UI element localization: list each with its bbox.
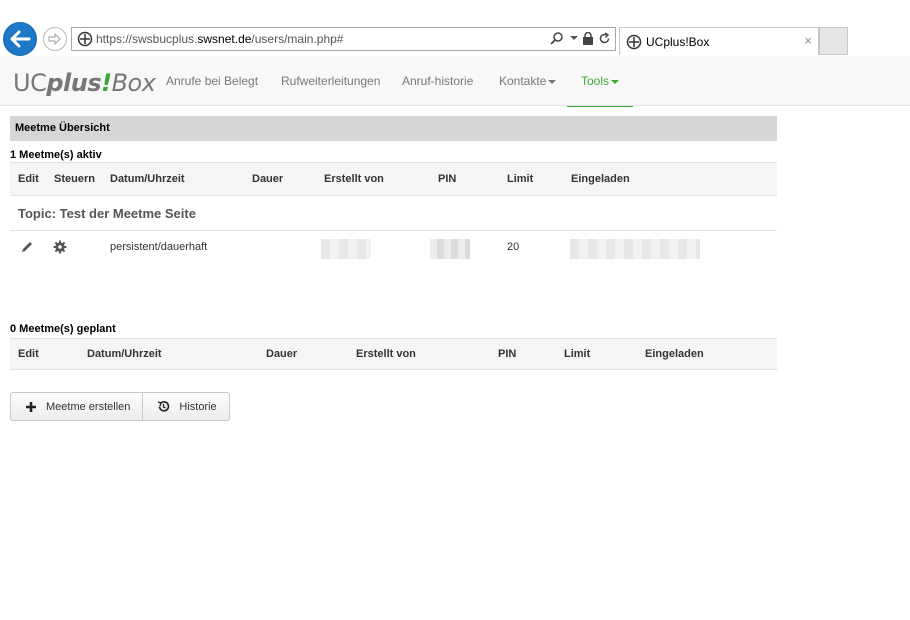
redacted-invitees (570, 239, 700, 259)
back-button[interactable] (3, 22, 37, 56)
column-header: Eingeladen (571, 173, 630, 185)
column-header: Limit (507, 173, 534, 185)
panel-title: Meetme Übersicht (10, 116, 777, 141)
nav-item-kontakte[interactable]: Kontakte (499, 56, 557, 106)
column-header: Limit (564, 348, 591, 360)
chevron-down-icon (611, 79, 619, 84)
plus-icon (26, 401, 36, 412)
app-navbar: UCplus!Box Anrufe bei Belegt Rufweiterle… (0, 56, 910, 107)
close-tab-button[interactable]: × (804, 33, 812, 48)
lock-icon (583, 31, 593, 45)
meetme-topic: Topic: Test der Meetme Seite (18, 206, 196, 221)
brand-logo[interactable]: UCplus!Box (13, 69, 156, 97)
column-header: Edit (18, 348, 39, 360)
browser-tab[interactable]: UCplus!Box × (619, 27, 819, 55)
browser-chrome: https://swsbucplus.swsnet.de/users/main.… (0, 0, 910, 56)
history-label: Historie (179, 400, 217, 413)
column-header: PIN (498, 348, 517, 360)
arrow-right-icon (48, 33, 61, 45)
active-count: 1 Meetme(s) aktiv (10, 149, 102, 161)
nav-item-label: Kontakte (499, 74, 547, 88)
column-header: Dauer (266, 348, 298, 360)
chevron-down-icon[interactable] (570, 36, 578, 40)
history-icon (158, 401, 170, 412)
nav-item-tools[interactable]: Tools (567, 56, 633, 107)
column-header: Steuern (54, 173, 95, 185)
column-header: Dauer (252, 173, 284, 185)
meetme-datetime: persistent/dauerhaft (110, 241, 208, 253)
url-text: https://swsbucplus.swsnet.de/users/main.… (96, 32, 344, 46)
create-meetme-button[interactable]: Meetme erstellen (11, 393, 142, 420)
tab-title: UCplus!Box (646, 35, 710, 49)
globe-icon (77, 31, 93, 47)
search-icon[interactable] (550, 31, 564, 45)
nav-item-label: Tools (580, 74, 609, 88)
meetme-limit: 20 (507, 241, 520, 253)
column-header: Erstellt von (324, 173, 384, 185)
planned-table-header: Edit Datum/Uhrzeit Dauer Erstellt von PI… (10, 338, 777, 370)
column-header: Datum/Uhrzeit (110, 173, 185, 185)
row-divider (10, 230, 777, 231)
column-header: Datum/Uhrzeit (87, 348, 162, 360)
nav-item-anrufe-bei-belegt[interactable]: Anrufe bei Belegt (166, 56, 258, 106)
gear-icon[interactable] (53, 240, 67, 254)
pencil-icon[interactable] (20, 240, 34, 254)
column-header: Edit (18, 173, 39, 185)
globe-icon (626, 34, 642, 50)
arrow-left-icon (10, 30, 31, 48)
nav-item-rufweiterleitungen[interactable]: Rufweiterleitungen (281, 56, 380, 106)
redacted-creator (321, 239, 371, 259)
active-table-header: Edit Steuern Datum/Uhrzeit Dauer Erstell… (10, 162, 777, 196)
new-tab-button[interactable] (819, 27, 848, 55)
address-bar[interactable]: https://swsbucplus.swsnet.de/users/main.… (71, 27, 616, 51)
refresh-icon[interactable] (598, 31, 611, 45)
nav-item-anruf-historie[interactable]: Anruf-historie (402, 56, 473, 106)
column-header: Eingeladen (645, 348, 704, 360)
forward-button[interactable] (43, 27, 67, 51)
redacted-pin (430, 239, 470, 259)
column-header: Erstellt von (356, 348, 416, 360)
column-header: PIN (438, 173, 457, 185)
create-meetme-label: Meetme erstellen (46, 400, 131, 413)
chevron-down-icon (548, 79, 557, 84)
history-button[interactable]: Historie (142, 393, 228, 420)
planned-count: 0 Meetme(s) geplant (10, 323, 116, 335)
action-button-group: Meetme erstellen Historie (10, 392, 230, 421)
